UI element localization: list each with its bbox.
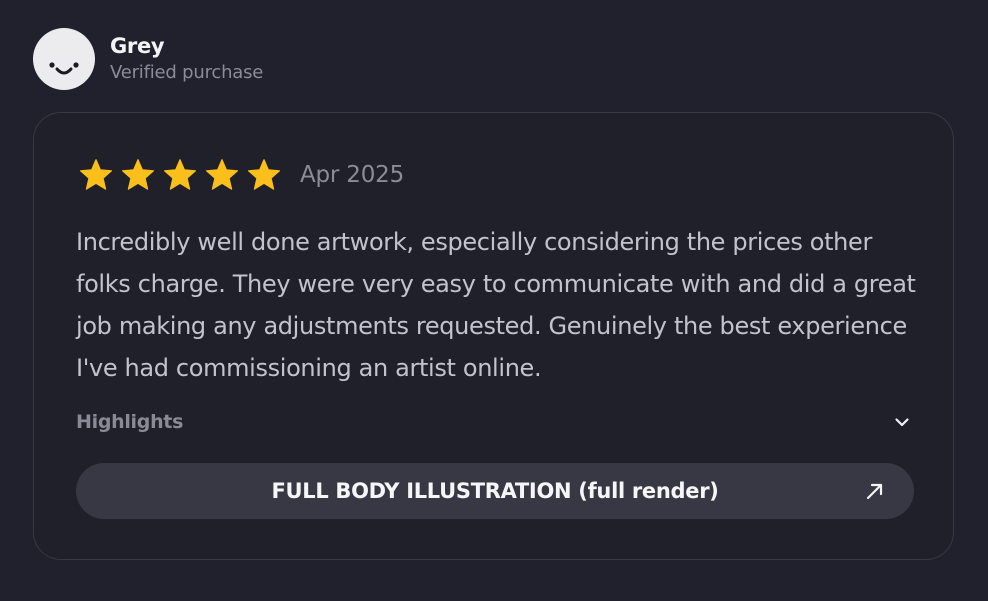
reviewer-info: Grey Verified purchase: [110, 33, 263, 85]
review-text: Incredibly well done artwork, especially…: [76, 228, 916, 382]
star-icon: [205, 159, 239, 190]
review-card: Apr 2025 Incredibly well done artwork, e…: [33, 112, 954, 560]
highlights-label: Highlights: [76, 411, 184, 433]
verified-purchase-label: Verified purchase: [110, 62, 264, 83]
smiley-face-icon: [49, 62, 79, 75]
star-rating: [78, 157, 288, 193]
product-name: FULL BODY ILLUSTRATION (full render): [271, 479, 719, 503]
review-date: Apr 2025: [300, 162, 405, 188]
product-link-button[interactable]: FULL BODY ILLUSTRATION (full render): [76, 463, 914, 519]
star-icon: [79, 159, 113, 190]
chevron-down-icon[interactable]: [893, 413, 911, 431]
avatar: [33, 28, 95, 90]
star-icon: [163, 159, 197, 190]
rating-row: Apr 2025: [78, 157, 404, 193]
star-icon: [121, 159, 155, 190]
highlights-toggle[interactable]: Highlights: [76, 406, 911, 438]
reviewer-name: Grey: [110, 34, 165, 58]
arrow-up-right-icon: [866, 483, 883, 500]
review-page: Grey Verified purchase Apr 2025 Incredib…: [0, 0, 988, 601]
star-icon: [247, 159, 281, 190]
reviewer-header: Grey Verified purchase: [33, 28, 263, 90]
